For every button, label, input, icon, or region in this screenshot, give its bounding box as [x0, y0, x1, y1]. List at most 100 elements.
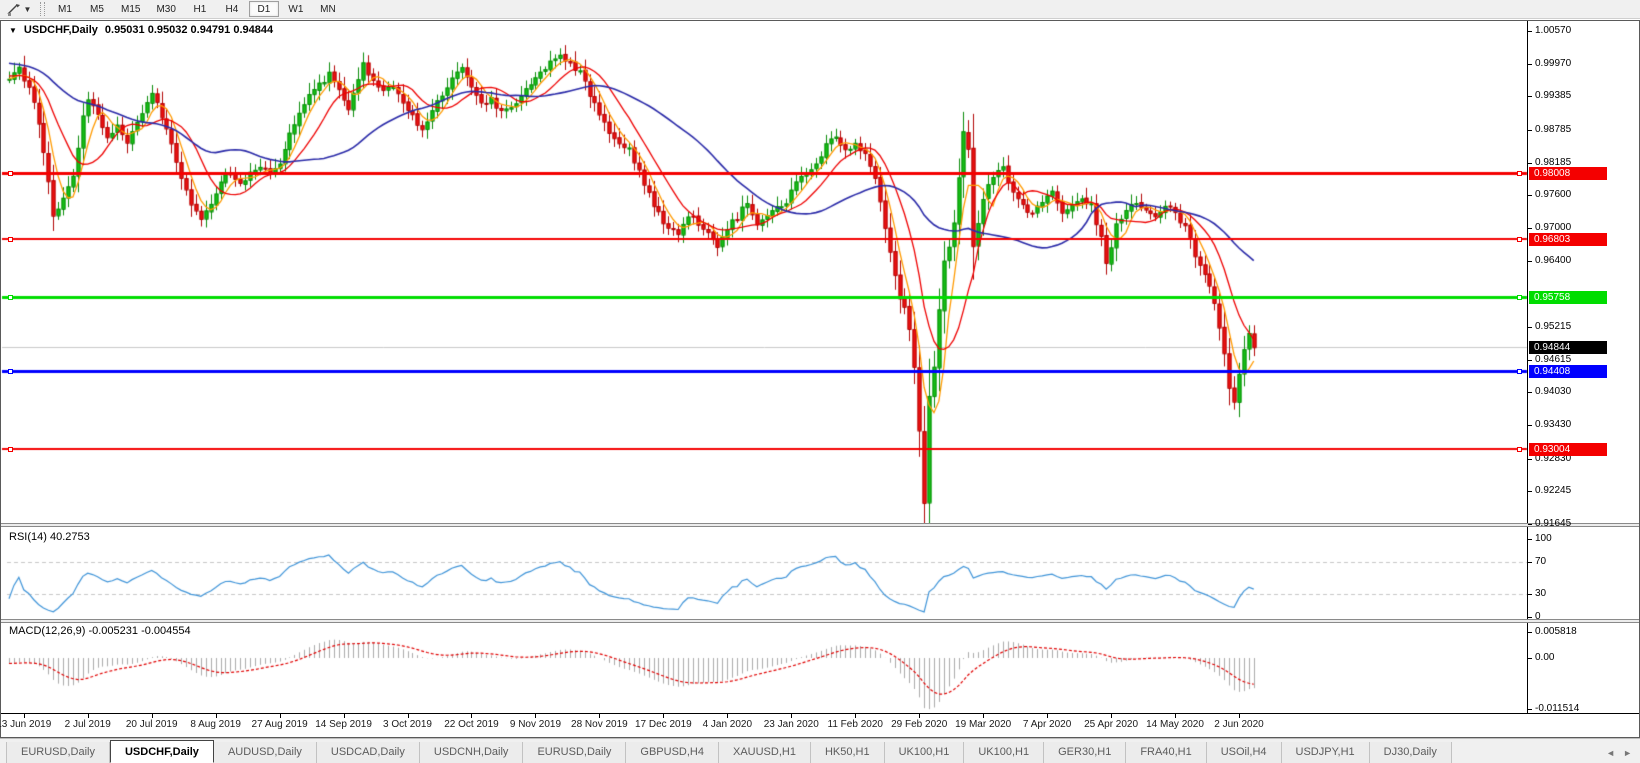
hline-anchor-left[interactable] [8, 237, 13, 243]
date-axis-tick [343, 714, 345, 718]
date-axis-tick [1239, 714, 1240, 718]
date-axis-tick [1175, 714, 1177, 718]
panel-separator-rsi[interactable] [1, 523, 1639, 527]
hline-anchor-right[interactable] [1517, 446, 1522, 452]
hline-anchor-left[interactable] [8, 170, 13, 176]
hline-price-tag[interactable]: 0.96803 [1529, 233, 1607, 247]
timeframe-button-w1[interactable]: W1 [281, 1, 311, 17]
date-axis-label: 28 Nov 2019 [571, 719, 628, 730]
timeframe-toolbar: ▼ M1 M5 M15 M30 H1 H4 D1 W1 MN [0, 0, 1640, 19]
price-axis-tick [1528, 490, 1532, 492]
timeframe-button-h4[interactable]: H4 [217, 1, 247, 17]
hline-anchor-left[interactable] [8, 294, 13, 300]
hline-anchor-right[interactable] [1517, 237, 1522, 243]
hline-anchor-left[interactable] [8, 446, 13, 452]
date-axis-label: 3 Oct 2019 [383, 719, 432, 730]
price-axis-tick [1528, 162, 1532, 164]
timeframe-button-h1[interactable]: H1 [185, 1, 215, 17]
date-axis-label: 22 Oct 2019 [444, 719, 499, 730]
hline-price-tag[interactable]: 0.95758 [1529, 290, 1607, 304]
chart-tab-eurusd-daily[interactable]: EURUSD,Daily [6, 742, 110, 763]
panel-separator-macd[interactable] [1, 619, 1639, 623]
macd-axis-label: 0.005818 [1535, 626, 1577, 638]
chart-tab-eurusd-daily[interactable]: EURUSD,Daily [523, 742, 627, 763]
date-axis-label: 9 Nov 2019 [509, 719, 562, 730]
chart-tab-usdcnh-daily[interactable]: USDCNH,Daily [419, 742, 524, 763]
hline-anchor-right[interactable] [1517, 369, 1522, 375]
chart-tab-usdchf-daily[interactable]: USDCHF,Daily [109, 740, 214, 763]
timeframe-button-m15[interactable]: M15 [114, 1, 147, 17]
price-axis-label: 0.99385 [1535, 90, 1572, 102]
price-axis-tick [1528, 96, 1532, 98]
timeframe-button-m5[interactable]: M5 [82, 1, 112, 17]
chart-symbol-title[interactable]: ▼ USDCHF,Daily 0.95031 0.95032 0.94791 0… [9, 24, 273, 36]
chart-tab-usdcad-daily[interactable]: USDCAD,Daily [316, 742, 420, 763]
date-axis-label: 14 Sep 2019 [315, 719, 372, 730]
date-axis-label: 7 Apr 2020 [1022, 719, 1072, 730]
chart-tab-gbpusd-h4[interactable]: GBPUSD,H4 [626, 742, 719, 763]
date-axis-label: 4 Jan 2020 [702, 719, 753, 730]
price-axis-tick [1528, 31, 1532, 32]
current-price-tag: 0.94844 [1529, 341, 1607, 355]
chart-tab-usoil-h4[interactable]: USOil,H4 [1206, 742, 1282, 763]
hline-anchor-right[interactable] [1517, 294, 1522, 300]
date-axis-tick [983, 714, 985, 718]
chart-tab-fra40-h1[interactable]: FRA40,H1 [1126, 742, 1207, 763]
tab-scroll-arrows: ◄ ► [1606, 742, 1632, 763]
timeframe-button-mn[interactable]: MN [313, 1, 343, 17]
rsi-axis-label: 30 [1535, 587, 1547, 599]
price-axis-tick [1528, 64, 1532, 66]
date-axis-label: 29 Feb 2020 [891, 719, 948, 730]
price-axis-tick [1528, 359, 1532, 361]
date-axis-tick [919, 714, 921, 718]
rsi-axis-label: 0 [1535, 611, 1541, 622]
timeframe-button-m30[interactable]: M30 [149, 1, 182, 17]
chart-tab-ger30-h1[interactable]: GER30,H1 [1044, 742, 1127, 763]
price-axis-label: 0.98785 [1535, 123, 1572, 135]
price-axis-tick [1528, 392, 1532, 394]
date-axis-label: 25 Apr 2020 [1084, 719, 1139, 730]
chart-tab-uk100-h1[interactable]: UK100,H1 [884, 742, 965, 763]
price-axis-label: 0.94615 [1535, 353, 1572, 365]
price-axis-label: 0.99970 [1535, 58, 1572, 70]
rsi-axis-tick [1528, 617, 1532, 618]
price-chart-canvas[interactable] [1, 21, 1640, 739]
crosshair-line-icon [7, 3, 20, 16]
chart-tab-dj30-daily[interactable]: DJ30,Daily [1369, 742, 1452, 763]
hline-anchor-right[interactable] [1517, 170, 1522, 176]
chart-tabbar: EURUSD,Daily USDCHF,Daily AUDUSD,Daily USDC… [0, 738, 1640, 763]
date-axis-tick [1047, 714, 1049, 718]
chart-tab-usdjpy-h1[interactable]: USDJPY,H1 [1281, 742, 1370, 763]
price-axis-label: 0.94030 [1535, 386, 1572, 398]
price-axis-tick [1528, 261, 1532, 263]
date-axis-tick [791, 714, 793, 718]
date-axis-tick [1111, 714, 1113, 718]
hline-price-tag[interactable]: 0.98008 [1529, 166, 1607, 180]
hline-price-tag[interactable]: 0.94408 [1529, 365, 1607, 379]
tab-scroll-left-icon[interactable]: ◄ [1606, 748, 1615, 758]
chart-tab-xauusd-h1[interactable]: XAUUSD,H1 [718, 742, 811, 763]
date-axis-label: 11 Feb 2020 [827, 719, 883, 730]
date-axis-tick [151, 714, 153, 718]
price-axis-label: 0.92245 [1535, 484, 1572, 496]
date-axis-label: 27 Aug 2019 [251, 719, 308, 730]
toolbar-grip[interactable] [40, 2, 45, 16]
chart-tab-uk100-h1[interactable]: UK100,H1 [964, 742, 1045, 763]
chart-tab-audusd-daily[interactable]: AUDUSD,Daily [213, 742, 317, 763]
collapse-arrow-icon[interactable]: ▼ [9, 26, 17, 35]
price-axis-tick [1528, 129, 1532, 131]
date-axis-label: 14 May 2020 [1146, 719, 1204, 730]
price-axis-tick [1528, 228, 1532, 230]
date-axis-label: 13 Jun 2019 [0, 719, 52, 730]
price-axis-label: 0.96400 [1535, 255, 1572, 267]
price-axis-label: 0.95215 [1535, 320, 1572, 332]
macd-axis-tick [1528, 658, 1532, 659]
chart-tab-hk50-h1[interactable]: HK50,H1 [810, 742, 885, 763]
hline-price-tag[interactable]: 0.93004 [1529, 442, 1607, 456]
timeframe-button-d1[interactable]: D1 [248, 1, 279, 17]
tab-scroll-right-icon[interactable]: ► [1623, 748, 1632, 758]
timeframe-button-m1[interactable]: M1 [50, 1, 80, 17]
rsi-axis-tick [1528, 593, 1532, 595]
hline-anchor-left[interactable] [8, 369, 13, 375]
line-study-cursor-icon[interactable]: ▼ [2, 1, 36, 18]
